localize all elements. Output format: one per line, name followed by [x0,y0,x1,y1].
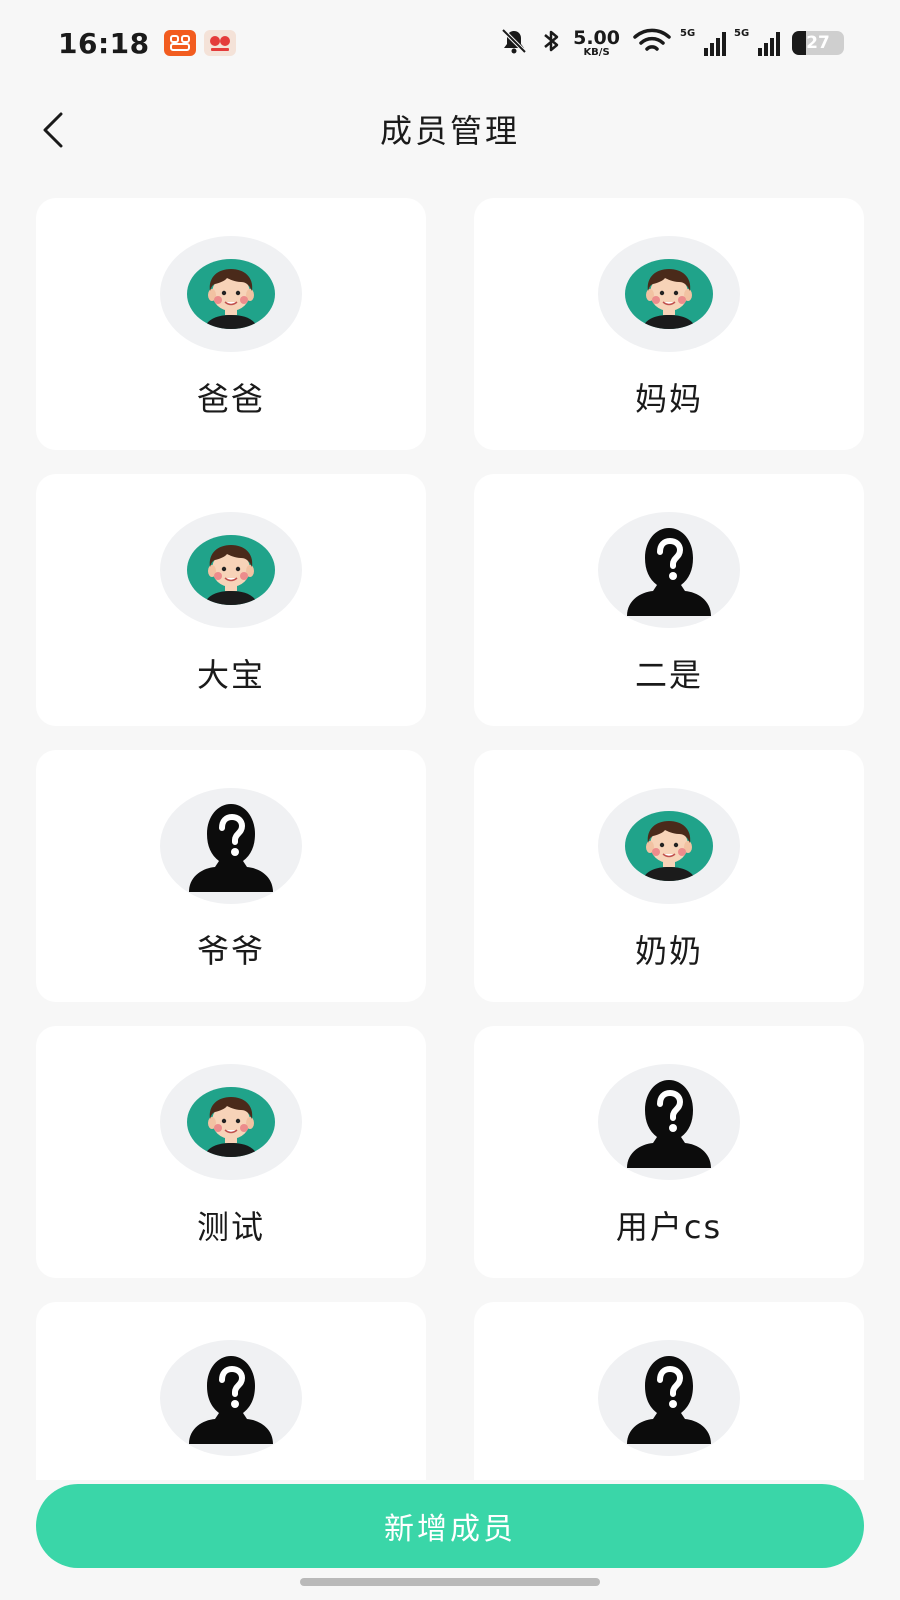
app-icon [203,30,236,56]
boy-avatar-icon [187,1087,275,1157]
unknown-user-icon [189,1356,273,1444]
signal-icon: 5G [680,28,726,56]
member-avatar [160,512,302,628]
member-avatar [598,1340,740,1456]
member-card[interactable]: 测试 [36,1026,426,1278]
net-speed: 5.00 KB/S [573,26,620,58]
unknown-user-icon [627,1356,711,1444]
unknown-user-icon [627,1080,711,1168]
member-card[interactable] [36,1302,426,1480]
page-title: 成员管理 [379,112,520,150]
wifi-icon [632,27,672,59]
member-name: 奶奶 [634,932,703,970]
mute-bell-icon [499,27,529,59]
member-avatar [160,788,302,904]
member-card[interactable]: 爸爸 [36,198,426,450]
member-name: 爸爸 [196,380,265,418]
member-card[interactable]: 妈妈 [474,198,864,450]
member-avatar [598,236,740,352]
unknown-user-icon [627,528,711,616]
member-name: 测试 [196,1208,265,1246]
boy-avatar-icon [187,535,275,605]
member-card[interactable] [474,1302,864,1480]
member-card[interactable]: 大宝 [36,474,426,726]
signal-icon: 5G [734,28,780,56]
member-card[interactable]: 奶奶 [474,750,864,1002]
member-avatar [598,512,740,628]
boy-avatar-icon [625,811,713,881]
member-avatar [598,788,740,904]
member-avatar [160,1340,302,1456]
member-avatar [598,1064,740,1180]
member-name: 大宝 [196,656,265,694]
add-member-button[interactable]: 新增成员 [36,1484,864,1568]
member-name: 爷爷 [196,932,265,970]
member-grid: 爸爸 妈妈 大宝 二是 爷爷 奶奶 测试 用户cs [36,198,864,1480]
status-icons: 5.00 KB/S 5G 5G 27 [499,27,844,59]
member-card[interactable]: 爷爷 [36,750,426,1002]
status-bar: 16:18 5.00 KB/S 5G 5G 27 [0,0,900,86]
app-icon [163,30,196,56]
status-time: 16:18 [58,26,150,60]
unknown-user-icon [189,804,273,892]
bluetooth-icon [541,27,561,59]
home-indicator[interactable] [300,1578,600,1586]
member-name: 二是 [634,656,703,694]
nav-bar: 成员管理 [0,86,900,176]
boy-avatar-icon [625,259,713,329]
member-card[interactable]: 二是 [474,474,864,726]
battery-icon: 27 [792,31,844,55]
boy-avatar-icon [187,259,275,329]
member-name: 妈妈 [634,380,703,418]
member-name: 用户cs [615,1208,723,1246]
member-avatar [160,1064,302,1180]
member-avatar [160,236,302,352]
member-card[interactable]: 用户cs [474,1026,864,1278]
